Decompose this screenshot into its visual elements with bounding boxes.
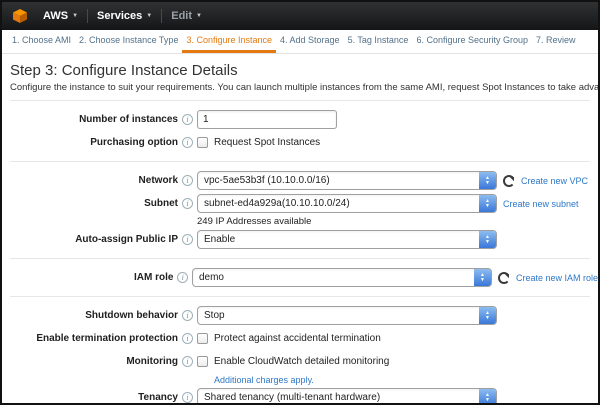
- form-row-monitoring: Monitoring i Enable CloudWatch detailed …: [2, 350, 598, 373]
- nav-aws-label: AWS: [43, 10, 68, 22]
- subnet-select[interactable]: subnet-ed4a929a(10.10.10.0/24) ▲ ▼: [197, 194, 497, 213]
- divider: [10, 258, 590, 259]
- select-arrows-icon: ▲ ▼: [479, 195, 496, 212]
- arrow-down-icon: ▼: [485, 240, 490, 245]
- arrow-down-icon: ▼: [485, 204, 490, 209]
- auto-assign-public-ip-select[interactable]: Enable ▲ ▼: [197, 230, 497, 249]
- divider: [10, 100, 590, 101]
- form-row-network: Network i vpc-5ae53b3f (10.10.0.0/16) ▲ …: [2, 169, 598, 192]
- field-label: Enable termination protection: [8, 333, 178, 344]
- refresh-vpc-icon[interactable]: [503, 175, 515, 187]
- aws-console-window: AWS ▼ Services ▼ Edit ▼ 1. Choose AMI 2.…: [0, 0, 600, 405]
- info-icon[interactable]: i: [182, 137, 193, 148]
- field-label: IAM role: [8, 272, 173, 283]
- create-new-subnet-link[interactable]: Create new subnet: [503, 199, 579, 209]
- info-icon[interactable]: i: [182, 175, 193, 186]
- form-row-number-of-instances: Number of instances i: [2, 108, 598, 131]
- form-row-purchasing-option: Purchasing option i Request Spot Instanc…: [2, 131, 598, 154]
- iam-role-value: demo: [193, 272, 491, 283]
- field-label: Auto-assign Public IP: [8, 234, 178, 245]
- info-icon[interactable]: i: [177, 272, 188, 283]
- aws-logo-icon[interactable]: [12, 8, 28, 24]
- form-row-subnet: Subnet i subnet-ed4a929a(10.10.10.0/24) …: [2, 192, 598, 215]
- network-select[interactable]: vpc-5ae53b3f (10.10.0.0/16) ▲ ▼: [197, 171, 497, 190]
- refresh-iam-icon[interactable]: [498, 272, 510, 284]
- subnet-select-value: subnet-ed4a929a(10.10.10.0/24): [198, 198, 496, 209]
- field-label: Number of instances: [8, 114, 178, 125]
- divider: [10, 161, 590, 162]
- wizard-tabs: 1. Choose AMI 2. Choose Instance Type 3.…: [2, 30, 598, 54]
- shutdown-behavior-value: Stop: [198, 310, 496, 321]
- arrow-down-icon: ▼: [485, 316, 490, 321]
- field-label: Subnet: [8, 198, 178, 209]
- iam-role-select[interactable]: demo ▲ ▼: [192, 268, 492, 287]
- tab-add-storage[interactable]: 4. Add Storage: [276, 30, 344, 53]
- tab-configure-instance[interactable]: 3. Configure Instance: [182, 30, 276, 53]
- main-content: Step 3: Configure Instance Details Confi…: [2, 54, 598, 405]
- info-icon[interactable]: i: [182, 198, 193, 209]
- field-label: Shutdown behavior: [8, 310, 178, 321]
- request-spot-instances-checkbox[interactable]: [197, 137, 208, 148]
- checkbox-label: Request Spot Instances: [214, 137, 320, 148]
- select-arrows-icon: ▲ ▼: [479, 307, 496, 324]
- info-icon[interactable]: i: [182, 333, 193, 344]
- field-label: Monitoring: [8, 356, 178, 367]
- page-title: Step 3: Configure Instance Details: [2, 62, 598, 79]
- info-icon[interactable]: i: [182, 356, 193, 367]
- arrow-down-icon: ▼: [485, 398, 490, 403]
- arrow-down-icon: ▼: [480, 278, 485, 283]
- termination-protection-checkbox[interactable]: [197, 333, 208, 344]
- caret-down-icon: ▼: [196, 13, 202, 19]
- nav-services-label: Services: [97, 10, 142, 22]
- form-row-termination-protection: Enable termination protection i Protect …: [2, 327, 598, 350]
- aws-topbar: AWS ▼ Services ▼ Edit ▼: [2, 2, 598, 30]
- nav-aws-menu[interactable]: AWS ▼: [34, 2, 87, 30]
- form-row-tenancy: Tenancy i Shared tenancy (multi-tenant h…: [2, 386, 598, 405]
- aws-cube-svg: [12, 8, 28, 24]
- field-label: Network: [8, 175, 178, 186]
- tenancy-select[interactable]: Shared tenancy (multi-tenant hardware) ▲…: [197, 388, 497, 405]
- caret-down-icon: ▼: [72, 13, 78, 19]
- monitoring-additional-charges-link[interactable]: Additional charges apply.: [214, 375, 314, 385]
- nav-edit-menu[interactable]: Edit ▼: [162, 2, 211, 30]
- tab-choose-instance-type[interactable]: 2. Choose Instance Type: [75, 30, 182, 53]
- network-select-value: vpc-5ae53b3f (10.10.0.0/16): [198, 175, 496, 186]
- tenancy-value: Shared tenancy (multi-tenant hardware): [198, 392, 496, 403]
- checkbox-label: Enable CloudWatch detailed monitoring: [214, 356, 389, 367]
- arrow-down-icon: ▼: [485, 181, 490, 186]
- checkbox-label: Protect against accidental termination: [214, 333, 381, 344]
- tab-configure-security-group[interactable]: 6. Configure Security Group: [412, 30, 532, 53]
- select-arrows-icon: ▲ ▼: [479, 231, 496, 248]
- page-description: Configure the instance to suit your requ…: [2, 79, 598, 93]
- nav-services-menu[interactable]: Services ▼: [88, 2, 161, 30]
- info-icon[interactable]: i: [182, 392, 193, 403]
- field-label: Purchasing option: [8, 137, 178, 148]
- info-icon[interactable]: i: [182, 310, 193, 321]
- instance-count-input[interactable]: [197, 110, 337, 129]
- divider: [10, 296, 590, 297]
- shutdown-behavior-select[interactable]: Stop ▲ ▼: [197, 306, 497, 325]
- info-icon[interactable]: i: [182, 234, 193, 245]
- subnet-ip-availability-note: 249 IP Addresses available: [197, 215, 598, 228]
- create-new-iam-role-link[interactable]: Create new IAM role: [516, 273, 598, 283]
- form-row-iam-role: IAM role i demo ▲ ▼ Create new IAM role: [2, 266, 598, 289]
- form-row-auto-assign-public-ip: Auto-assign Public IP i Enable ▲ ▼: [2, 228, 598, 251]
- info-icon[interactable]: i: [182, 114, 193, 125]
- cloudwatch-monitoring-checkbox[interactable]: [197, 356, 208, 367]
- tab-review[interactable]: 7. Review: [532, 30, 580, 53]
- select-arrows-icon: ▲ ▼: [474, 269, 491, 286]
- form-row-shutdown-behavior: Shutdown behavior i Stop ▲ ▼: [2, 304, 598, 327]
- caret-down-icon: ▼: [146, 13, 152, 19]
- tab-tag-instance[interactable]: 5. Tag Instance: [344, 30, 413, 53]
- nav-edit-label: Edit: [171, 10, 192, 22]
- tab-choose-ami[interactable]: 1. Choose AMI: [8, 30, 75, 53]
- select-arrows-icon: ▲ ▼: [479, 172, 496, 189]
- create-new-vpc-link[interactable]: Create new VPC: [521, 176, 588, 186]
- select-arrows-icon: ▲ ▼: [479, 389, 496, 405]
- auto-assign-public-ip-value: Enable: [198, 234, 496, 245]
- field-label: Tenancy: [8, 392, 178, 403]
